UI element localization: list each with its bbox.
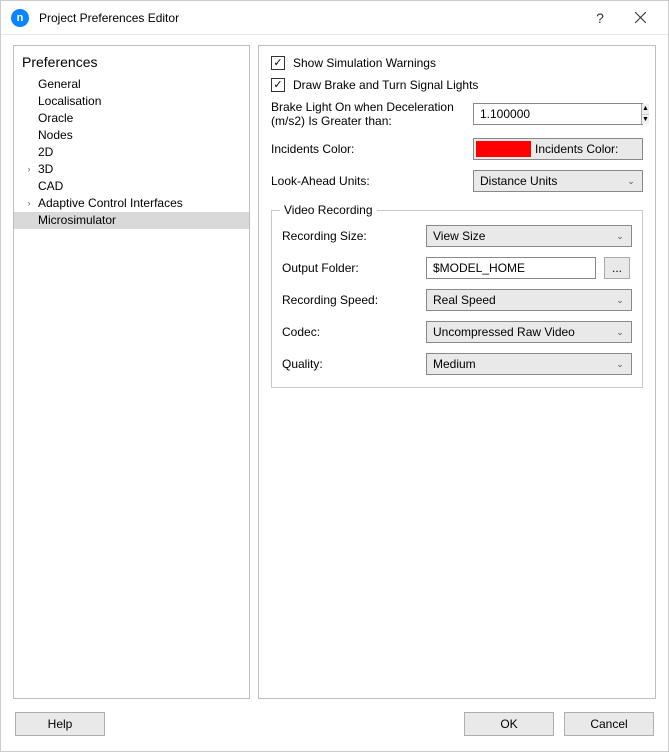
expand-icon[interactable]: ›	[22, 195, 36, 212]
cancel-button[interactable]: Cancel	[564, 712, 654, 736]
sidebar-item-cad[interactable]: CAD	[14, 178, 249, 195]
sidebar: Preferences GeneralLocalisationOracleNod…	[13, 45, 250, 699]
incidents-color-btn-text: Incidents Color:	[535, 142, 622, 156]
chevron-down-icon: ⌄	[624, 176, 638, 187]
close-icon[interactable]	[620, 4, 660, 32]
sidebar-item-nodes[interactable]: Nodes	[14, 127, 249, 144]
sidebar-item-oracle[interactable]: Oracle	[14, 110, 249, 127]
window-title: Project Preferences Editor	[39, 11, 580, 25]
draw-lights-row[interactable]: ✓ Draw Brake and Turn Signal Lights	[271, 78, 643, 92]
expand-icon[interactable]: ›	[22, 161, 36, 178]
output-folder-label: Output Folder:	[282, 261, 418, 275]
codec-label: Codec:	[282, 325, 418, 339]
chevron-down-icon: ⌄	[613, 231, 627, 242]
quality-label: Quality:	[282, 357, 418, 371]
look-ahead-combo[interactable]: Distance Units ⌄	[473, 170, 643, 192]
codec-value: Uncompressed Raw Video	[433, 325, 613, 339]
recording-speed-label: Recording Speed:	[282, 293, 418, 307]
codec-combo[interactable]: Uncompressed Raw Video ⌄	[426, 321, 632, 343]
brake-light-input[interactable]	[474, 104, 641, 124]
sidebar-item-label: Adaptive Control Interfaces	[36, 195, 183, 212]
sidebar-item-microsimulator[interactable]: Microsimulator	[14, 212, 249, 229]
look-ahead-value: Distance Units	[480, 174, 624, 188]
incidents-color-label: Incidents Color:	[271, 142, 461, 156]
recording-speed-value: Real Speed	[433, 293, 613, 307]
sidebar-item-label: CAD	[36, 178, 63, 195]
sidebar-item-2d[interactable]: 2D	[14, 144, 249, 161]
quality-combo[interactable]: Medium ⌄	[426, 353, 632, 375]
recording-size-label: Recording Size:	[282, 229, 418, 243]
sidebar-item-label: Nodes	[36, 127, 73, 144]
quality-value: Medium	[433, 357, 613, 371]
ok-button[interactable]: OK	[464, 712, 554, 736]
browse-button[interactable]: ...	[604, 257, 630, 279]
sidebar-item-label: 2D	[36, 144, 53, 161]
settings-panel: ✓ Show Simulation Warnings ✓ Draw Brake …	[258, 45, 656, 699]
sidebar-item-adaptive-control-interfaces[interactable]: ›Adaptive Control Interfaces	[14, 195, 249, 212]
app-icon: n	[11, 9, 29, 27]
chevron-down-icon: ⌄	[613, 327, 627, 338]
look-ahead-label: Look-Ahead Units:	[271, 174, 461, 188]
spin-up-icon[interactable]: ▲	[642, 104, 649, 115]
sidebar-item-localisation[interactable]: Localisation	[14, 93, 249, 110]
video-recording-group: Video Recording Recording Size: View Siz…	[271, 210, 643, 388]
sidebar-header: Preferences	[14, 50, 249, 76]
sidebar-item-3d[interactable]: ›3D	[14, 161, 249, 178]
sidebar-item-label: Oracle	[36, 110, 73, 127]
checkbox-icon[interactable]: ✓	[271, 78, 285, 92]
title-bar: n Project Preferences Editor ?	[1, 1, 668, 35]
draw-lights-label: Draw Brake and Turn Signal Lights	[293, 78, 478, 92]
help-button[interactable]: Help	[15, 712, 105, 736]
video-group-title: Video Recording	[280, 203, 377, 217]
sidebar-item-general[interactable]: General	[14, 76, 249, 93]
sidebar-item-label: 3D	[36, 161, 53, 178]
recording-size-value: View Size	[433, 229, 613, 243]
output-folder-input[interactable]	[426, 257, 596, 279]
spin-down-icon[interactable]: ▼	[642, 115, 649, 125]
sidebar-item-label: Microsimulator	[36, 212, 116, 229]
brake-light-label: Brake Light On when Deceleration (m/s2) …	[271, 100, 461, 128]
sidebar-item-label: General	[36, 76, 81, 93]
incidents-color-button[interactable]: Incidents Color:	[473, 138, 643, 160]
chevron-down-icon: ⌄	[613, 359, 627, 370]
show-warnings-label: Show Simulation Warnings	[293, 56, 436, 70]
help-icon[interactable]: ?	[580, 4, 620, 32]
show-warnings-row[interactable]: ✓ Show Simulation Warnings	[271, 56, 643, 70]
color-swatch	[476, 141, 531, 157]
brake-light-spinner[interactable]: ▲ ▼	[473, 103, 643, 125]
recording-size-combo[interactable]: View Size ⌄	[426, 225, 632, 247]
chevron-down-icon: ⌄	[613, 295, 627, 306]
recording-speed-combo[interactable]: Real Speed ⌄	[426, 289, 632, 311]
dialog-button-bar: Help OK Cancel	[1, 707, 668, 751]
checkbox-icon[interactable]: ✓	[271, 56, 285, 70]
sidebar-item-label: Localisation	[36, 93, 101, 110]
